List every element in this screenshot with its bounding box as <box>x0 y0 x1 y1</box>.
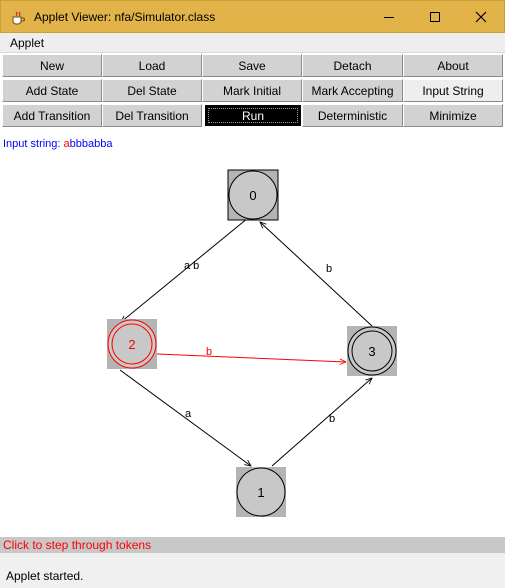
close-button[interactable] <box>458 1 504 33</box>
state-0[interactable]: 0 <box>227 169 279 221</box>
del-transition-button[interactable]: Del Transition <box>102 104 202 127</box>
del-state-button[interactable]: Del State <box>102 79 202 102</box>
deterministic-button[interactable]: Deterministic <box>302 104 403 127</box>
applet-status-text: Applet started. <box>6 569 84 583</box>
mark-accepting-button[interactable]: Mark Accepting <box>302 79 403 102</box>
state-label-3: 3 <box>368 344 375 359</box>
transition-label-3-0: b <box>326 263 332 275</box>
transition-label-0-2: a b <box>184 260 199 272</box>
transition-2-3[interactable]: b <box>156 346 346 362</box>
automaton-canvas[interactable]: a b b b a b 0 2 3 1 <box>0 130 505 535</box>
transition-label-2-1: a <box>185 408 192 420</box>
add-transition-button[interactable]: Add Transition <box>2 104 102 127</box>
state-2[interactable]: 2 <box>107 319 157 369</box>
run-button[interactable]: Run <box>205 105 301 126</box>
java-cup-icon <box>12 11 25 25</box>
add-state-button[interactable]: Add State <box>2 79 102 102</box>
menu-applet[interactable]: Applet <box>10 36 44 50</box>
hint-bar: Click to step through tokens <box>0 537 505 553</box>
toolbar: New Load Save Detach About Add State Del… <box>2 54 503 129</box>
maximize-icon <box>430 12 440 22</box>
state-3[interactable]: 3 <box>347 326 397 376</box>
applet-status-bar: Applet started. <box>0 553 505 588</box>
menu-bar: Applet <box>0 33 505 53</box>
close-icon <box>475 11 487 23</box>
minimize-button[interactable] <box>366 1 412 33</box>
transition-2-1[interactable]: a <box>119 369 251 466</box>
state-label-2: 2 <box>128 337 135 352</box>
transition-0-2[interactable]: a b <box>121 217 249 322</box>
minimize-automaton-button[interactable]: Minimize <box>403 104 503 127</box>
transition-3-0[interactable]: b <box>260 222 373 327</box>
transition-label-1-3: b <box>329 413 335 425</box>
mark-initial-button[interactable]: Mark Initial <box>202 79 302 102</box>
maximize-button[interactable] <box>412 1 458 33</box>
state-label-1: 1 <box>257 485 264 500</box>
about-button[interactable]: About <box>403 54 503 77</box>
window-title: Applet Viewer: nfa/Simulator.class <box>34 10 216 24</box>
state-1[interactable]: 1 <box>236 467 286 517</box>
detach-button[interactable]: Detach <box>302 54 403 77</box>
new-button[interactable]: New <box>2 54 102 77</box>
state-label-0: 0 <box>249 188 256 203</box>
title-bar: Applet Viewer: nfa/Simulator.class <box>0 0 505 33</box>
transition-1-3[interactable]: b <box>271 378 372 467</box>
minimize-icon <box>384 17 394 18</box>
load-button[interactable]: Load <box>102 54 202 77</box>
status-hint: Click to step through tokens <box>3 538 152 552</box>
save-button[interactable]: Save <box>202 54 302 77</box>
input-string-button[interactable]: Input String <box>403 79 503 102</box>
transition-label-2-3: b <box>206 346 212 358</box>
